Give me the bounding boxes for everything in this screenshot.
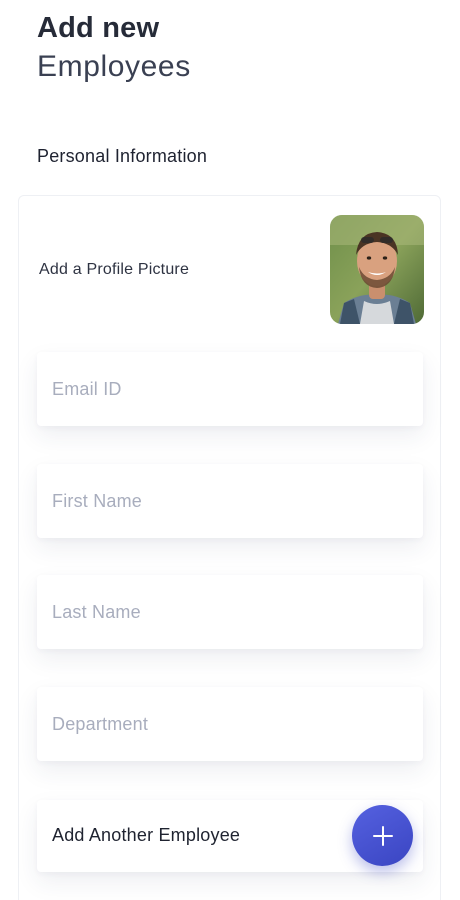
last-name-field-box: [37, 575, 423, 649]
last-name-field[interactable]: [37, 575, 423, 649]
add-employee-button[interactable]: [352, 805, 413, 866]
plus-icon: [372, 825, 393, 846]
page-subtitle: Employees: [37, 50, 191, 83]
email-field[interactable]: [37, 352, 423, 426]
avatar[interactable]: [330, 215, 424, 324]
profile-photo-icon: [330, 215, 424, 324]
profile-picture-label: Add a Profile Picture: [39, 261, 190, 278]
first-name-field[interactable]: [37, 464, 423, 538]
add-another-employee-label: Add Another Employee: [52, 825, 241, 845]
first-name-field-box: [37, 464, 423, 538]
department-field[interactable]: [37, 687, 423, 761]
add-employee-screen: Add new Employees Personal Information A…: [0, 0, 460, 900]
section-title: Personal Information: [37, 146, 208, 166]
email-field-box: [37, 352, 423, 426]
page-title: Add new: [37, 12, 160, 44]
profile-picture-row: Add a Profile Picture: [39, 215, 424, 325]
page-header: Add new Employees: [37, 10, 191, 86]
department-field-box: [37, 687, 423, 761]
add-another-employee-row: Add Another Employee: [37, 800, 423, 872]
